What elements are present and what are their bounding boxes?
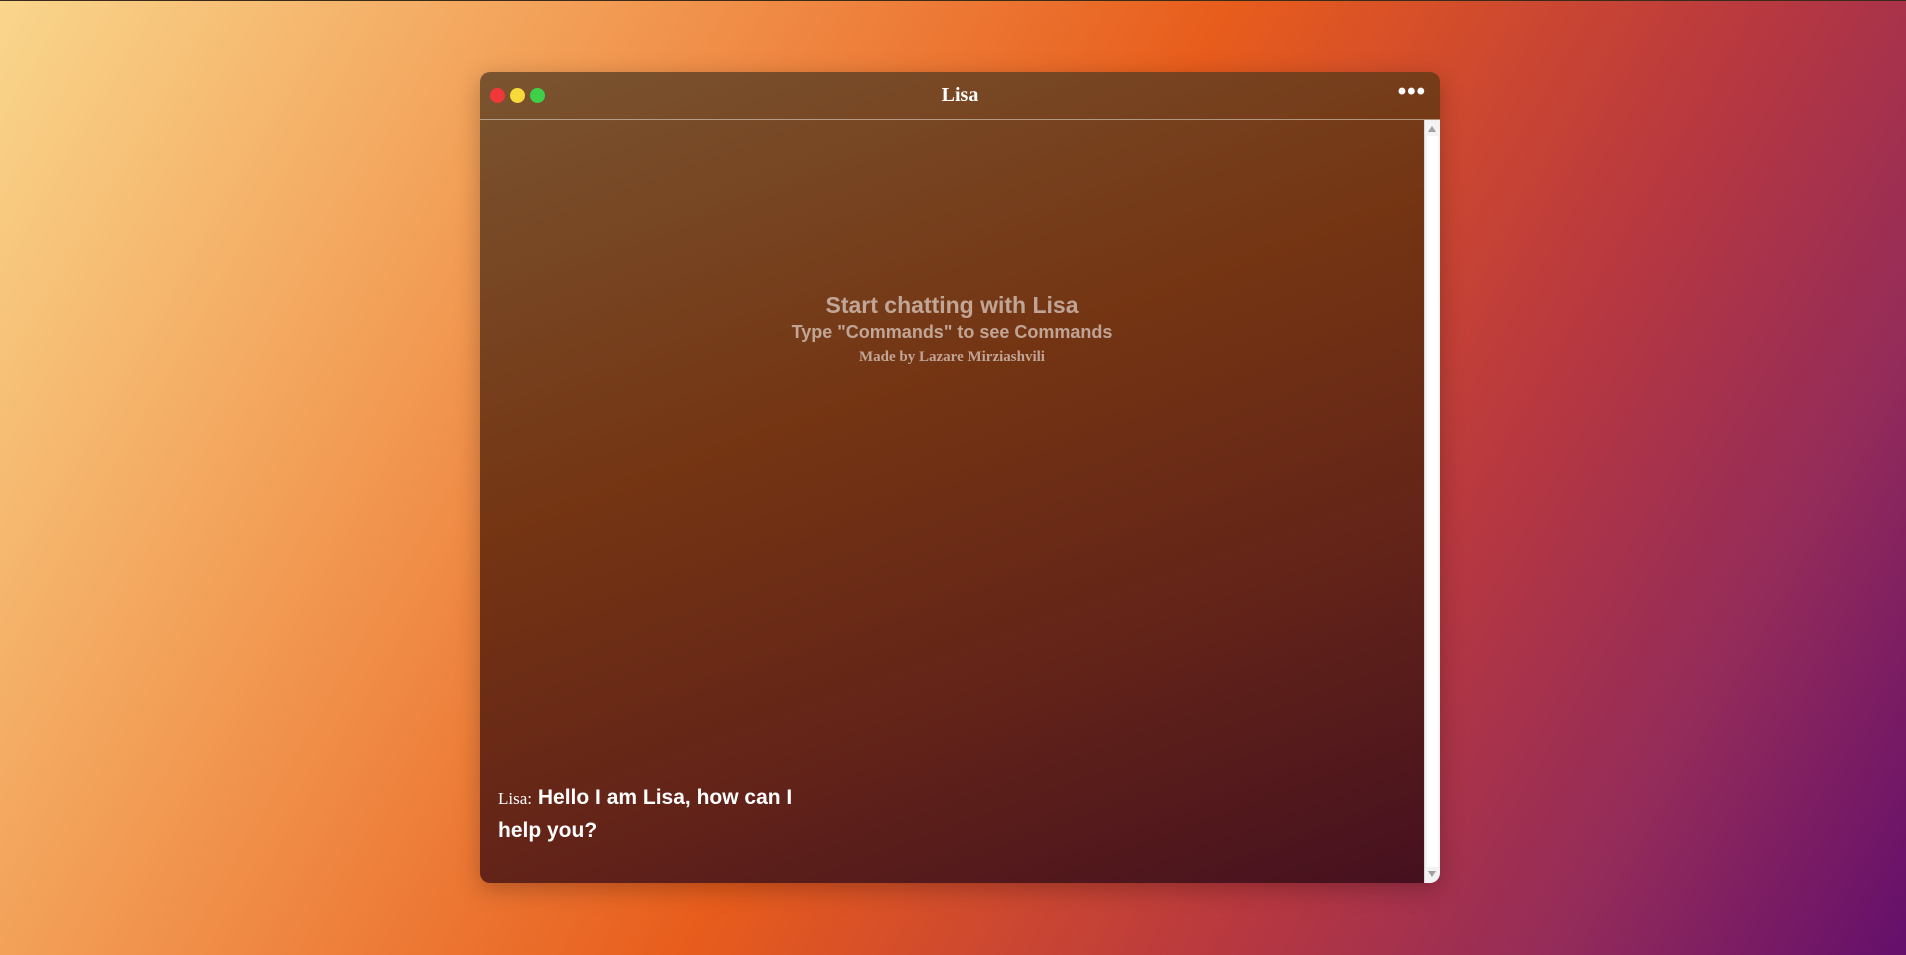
chat-messages-area: Start chatting with Lisa Type "Commands"…: [480, 120, 1424, 883]
chat-scrollbar[interactable]: [1424, 120, 1440, 883]
top-border: [0, 0, 1906, 1]
scroll-thumb[interactable]: [1427, 136, 1438, 867]
chat-window: Lisa ••• Start chatting with Lisa Type "…: [480, 72, 1440, 883]
title-bar: Lisa •••: [480, 72, 1440, 120]
intro-credit: Made by Lazare Mirziashvili: [859, 349, 1045, 365]
intro-subtitle: Type "Commands" to see Commands: [791, 322, 1113, 342]
intro-block: Start chatting with Lisa Type "Commands"…: [480, 290, 1424, 368]
chat-message: Lisa: Hello I am Lisa, how can I help yo…: [498, 782, 818, 847]
intro-title: Start chatting with Lisa: [825, 292, 1079, 318]
message-sender: Lisa:: [498, 789, 532, 808]
ellipsis-icon[interactable]: •••: [1398, 78, 1426, 106]
message-text: Hello I am Lisa, how can I help you?: [498, 786, 793, 842]
window-title: Lisa: [941, 84, 979, 106]
scroll-down-arrow-icon[interactable]: [1428, 871, 1436, 877]
scroll-up-arrow-icon[interactable]: [1428, 126, 1436, 132]
